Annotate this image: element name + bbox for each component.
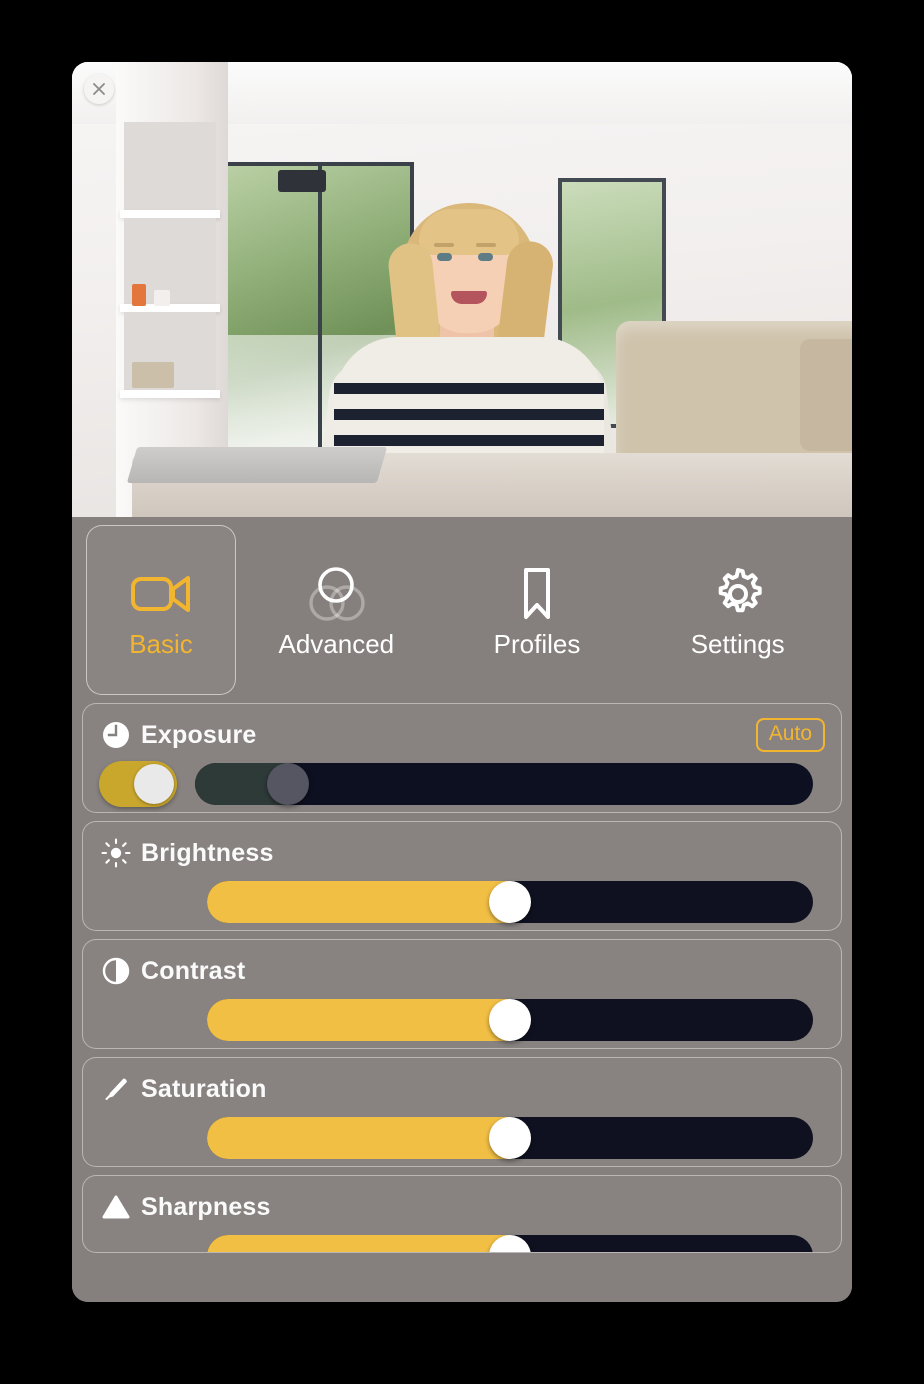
saturation-slider[interactable] (207, 1117, 813, 1159)
control-contrast-label: Contrast (141, 956, 246, 985)
tab-advanced[interactable]: Advanced (236, 525, 437, 695)
camera-settings-window: Basic Advanced Profiles Settings Exposur… (72, 62, 852, 1302)
venn-circles-icon (305, 563, 367, 625)
sun-icon (99, 838, 133, 868)
contrast-slider-row (99, 996, 825, 1044)
controls-panel: Basic Advanced Profiles Settings Exposur… (72, 517, 852, 1302)
control-brightness-label: Brightness (141, 838, 274, 867)
contrast-slider-knob[interactable] (489, 999, 531, 1041)
gear-icon (709, 563, 767, 625)
preview-scene (72, 62, 852, 517)
contrast-slider-fill (207, 999, 510, 1041)
close-icon (93, 83, 105, 95)
tab-profiles-label: Profiles (493, 629, 581, 659)
brightness-slider-row (99, 878, 825, 926)
tab-advanced-label: Advanced (278, 629, 395, 659)
control-contrast: Contrast (82, 939, 842, 1049)
control-saturation: Saturation (82, 1057, 842, 1167)
exposure-toggle-knob (134, 764, 174, 804)
brightness-slider[interactable] (207, 881, 813, 923)
sharpness-slider-fill (207, 1235, 510, 1252)
exposure-toggle[interactable] (99, 761, 177, 807)
sharpness-slider-row (99, 1232, 825, 1252)
exposure-slider[interactable] (195, 763, 813, 805)
close-button[interactable] (84, 74, 114, 104)
control-exposure: Exposure Auto (82, 703, 842, 813)
video-camera-icon (130, 563, 192, 625)
control-sharpness-label: Sharpness (141, 1192, 271, 1221)
bookmark-icon (515, 563, 559, 625)
control-sharpness: Sharpness (82, 1175, 842, 1253)
clock-icon (99, 720, 133, 750)
tab-basic-label: Basic (129, 629, 193, 659)
control-exposure-label: Exposure (141, 720, 257, 749)
half-circle-icon (99, 956, 133, 986)
triangle-icon (99, 1192, 133, 1222)
saturation-slider-row (99, 1114, 825, 1162)
exposure-slider-knob[interactable] (266, 763, 309, 805)
eyedropper-icon (99, 1074, 133, 1104)
exposure-auto-button[interactable]: Auto (755, 718, 825, 752)
tab-profiles[interactable]: Profiles (437, 525, 638, 695)
brightness-slider-fill (207, 881, 510, 923)
tab-settings[interactable]: Settings (637, 525, 838, 695)
sharpness-slider[interactable] (207, 1235, 813, 1252)
control-saturation-label: Saturation (141, 1074, 267, 1103)
saturation-slider-fill (207, 1117, 510, 1159)
saturation-slider-knob[interactable] (489, 1117, 531, 1159)
brightness-slider-knob[interactable] (489, 881, 531, 923)
control-brightness: Brightness (82, 821, 842, 931)
tab-bar: Basic Advanced Profiles Settings (82, 525, 842, 695)
exposure-slider-row (99, 760, 825, 808)
tab-settings-label: Settings (690, 629, 785, 659)
contrast-slider[interactable] (207, 999, 813, 1041)
tab-basic[interactable]: Basic (86, 525, 236, 695)
camera-preview (72, 62, 852, 517)
